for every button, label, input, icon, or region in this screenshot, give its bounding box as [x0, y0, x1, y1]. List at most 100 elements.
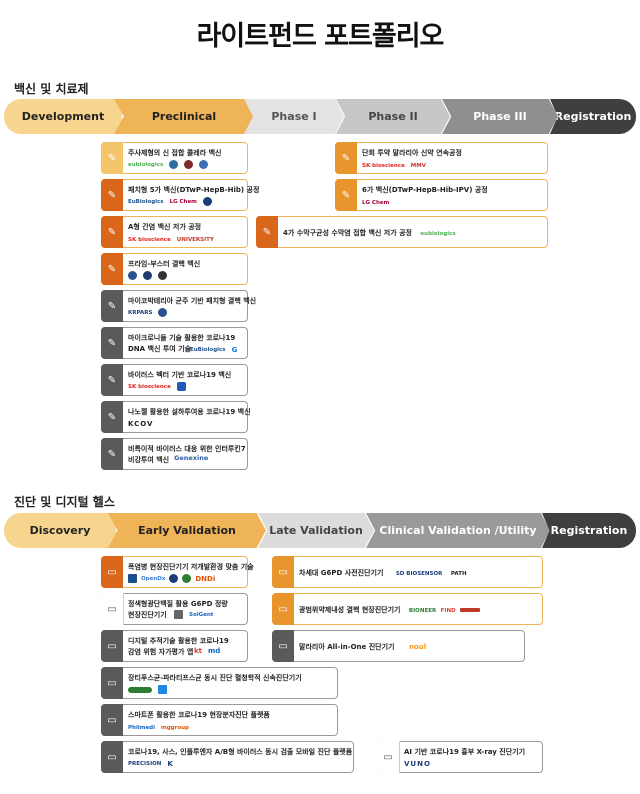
emblem-icon: [182, 574, 192, 583]
stage-phase3: Phase III: [442, 99, 558, 134]
card-cholera-vaccine[interactable]: ✎ 주사제형의 신 접합 콜레라 백신 eubiologics: [101, 142, 248, 174]
logo-eubiologics: EuBiologics: [128, 198, 164, 205]
card-title: 광범위약제내성 결핵 현장진단기기 BIONEER FIND: [299, 605, 538, 617]
partner-logos: SK bioscience UNIVERSITY: [128, 237, 214, 243]
card-interleukin7[interactable]: ✎ 비특이적 바이러스 대응 위한 인터루킨7 비강투여 백신 Genexine: [101, 438, 248, 470]
card-meningococcal-vaccine[interactable]: ✎ 4가 수막구균성 수막염 접합 백신 저가 공정 eubiologics: [256, 216, 548, 248]
card-smartphone-molecular[interactable]: ▭ 스마트폰 활용한 코로나19 현장분자진단 플랫폼 Philmedi mgg…: [101, 704, 338, 736]
stage-development: Development: [4, 99, 122, 134]
logo-eubiologics: EuBiologics: [190, 347, 226, 353]
stage-preclinical: Preclinical: [114, 99, 254, 134]
logo-dndi: DNDi: [195, 574, 216, 583]
partner-logos: LG Chem: [362, 200, 389, 206]
logo-opendx: OpenDx: [141, 575, 166, 582]
card-typhoid-diagnostic[interactable]: ▭ 장티푸스균-파라티프스균 동시 진단 혈청학적 신속진단기기: [101, 667, 338, 699]
card-mycobacteria-patch[interactable]: ✎ 마이코박테리아 균주 기반 패치형 결핵 백신 KRPARS: [101, 290, 256, 322]
emblem-icon: [158, 685, 167, 694]
emblem-icon: [199, 160, 209, 169]
card-nanogel[interactable]: ✎ 나노젤 활용한 설하투여용 코로나19 백신 KCOV: [101, 401, 251, 433]
logo-krpars: KRPARS: [128, 309, 153, 316]
card-title: 패치형 5가 백신(DTwP-HepB-Hib) 공정: [128, 186, 260, 194]
pen-icon: ✎: [101, 216, 123, 248]
partner-logos: [128, 271, 167, 280]
emblem-icon: [169, 160, 179, 169]
logo-philmedi: Philmedi: [128, 725, 156, 731]
logo-lgchem: LG Chem: [362, 200, 390, 206]
emblem-icon: [184, 160, 194, 169]
card-hepatitis-a-vaccine[interactable]: ✎ A형 간염 백신 저가 공정 SK bioscience UNIVERSIT…: [101, 216, 248, 248]
device-icon: ▭: [101, 593, 124, 625]
partner-logos: PRECISION K: [128, 760, 173, 768]
card-title: 디지털 추적기술 활용한 코로나19 감염 위험 자가평가 앱: [128, 637, 229, 656]
stage-late-validation: Late Validation: [258, 513, 374, 548]
card-tb-prime-boost[interactable]: ✎ 프라임-부스터 결핵 백신: [101, 253, 248, 285]
card-multiplex-mobile[interactable]: ▭ 코로나19, 사스, 인플루엔자 A/B형 바이러스 동시 검출 모바일 진…: [101, 741, 354, 773]
pen-icon: ✎: [101, 401, 123, 433]
card-title: 프라임-부스터 결핵 백신: [128, 260, 201, 268]
pen-icon: ✎: [335, 179, 357, 211]
card-tb-field-diagnostic[interactable]: ▭ 폭염병 현장진단기기 저개발환경 맞춤 기술 OpenDx DNDi: [101, 556, 254, 588]
partner-logos: KCOV: [128, 420, 153, 428]
partner-logos: SK bioscience MMV: [362, 163, 426, 169]
logo-sk-bioscience: SK bioscience: [128, 383, 171, 390]
pen-icon: ✎: [101, 327, 123, 359]
emblem-icon: [143, 271, 152, 280]
card-hexavalent-vaccine[interactable]: ✎ 6가 백신(DTwP-HepB-Hib-IPV) 공정 LG Chem: [335, 179, 548, 211]
section-heading-diagnostics: 진단 및 디지털 헬스: [14, 495, 115, 509]
logo-g: G: [231, 346, 238, 354]
pen-icon: ✎: [101, 364, 123, 396]
page-title: 라이트펀드 포트폴리오: [196, 21, 445, 52]
emblem-icon: [460, 608, 481, 612]
card-microneedle-dna[interactable]: ✎ 마이크로니들 기술 활용한 코로나19 DNA 백신 투여 기술 EuBiol…: [101, 327, 248, 359]
device-icon: ▭: [101, 630, 123, 662]
emblem-icon: [158, 271, 167, 280]
partner-logos: Genexine: [174, 454, 208, 462]
card-title: 장티푸스균-파라티프스균 동시 진단 혈청학적 신속진단기기: [128, 674, 302, 682]
pen-icon: ✎: [101, 290, 123, 322]
partner-logos: [128, 685, 167, 694]
emblem-icon: [158, 308, 168, 317]
pen-icon: ✎: [101, 438, 123, 470]
card-xdr-tb[interactable]: ▭ 광범위약제내성 결핵 현장진단기기 BIONEER FIND: [272, 593, 543, 625]
emblem-icon: [128, 271, 137, 280]
card-title: 코로나19, 사스, 인플루엔자 A/B형 바이러스 동시 검출 모바일 진단 …: [128, 748, 353, 756]
logo-find: FIND: [440, 608, 456, 614]
device-icon: ▭: [101, 556, 123, 588]
stage-registration-dx: Registration: [542, 513, 636, 548]
emblem-icon: [174, 610, 183, 619]
card-covid-tracking-app[interactable]: ▭ 디지털 추적기술 활용한 코로나19 감염 위험 자가평가 앱 kt md: [101, 630, 248, 662]
partner-logos: EuBiologics G: [190, 346, 237, 354]
card-g6pd-next[interactable]: ▭ 차세대 G6PD 사전진단기기 SD BIOSENSOR PATH: [272, 556, 543, 588]
emblem-icon: [128, 686, 152, 693]
logo-vuno: VUNO: [404, 760, 431, 768]
logo-lgchem: LG Chem: [169, 198, 197, 205]
card-malaria-drug[interactable]: ✎ 단회 투약 말라리아 신약 연속공정 SK bioscience MMV: [335, 142, 548, 174]
partner-logos: VUNO: [404, 760, 431, 768]
pen-icon: ✎: [101, 179, 123, 211]
stage-phase1: Phase I: [244, 99, 344, 134]
partner-logos: KRPARS: [128, 308, 168, 317]
card-g6pd-quant[interactable]: ▭ 정색형광단백질 활용 G6PD 정량 현장진단기기 SolGent: [101, 593, 248, 625]
partner-logos: SK bioscience: [128, 382, 186, 391]
card-viral-vector[interactable]: ✎ 바이러스 벡터 기반 코로나19 백신 SK bioscience: [101, 364, 248, 396]
logo-bioneer: BIONEER: [408, 608, 437, 614]
logo-university: UNIVERSITY: [176, 237, 214, 243]
partner-logos: OpenDx DNDi: [128, 574, 215, 583]
card-ai-xray[interactable]: ▭ AI 기반 코로나19 흉부 X-ray 진단기기 VUNO: [377, 741, 543, 773]
card-title: AI 기반 코로나19 흉부 X-ray 진단기기: [404, 748, 526, 756]
logo-kt: kt: [194, 647, 203, 655]
stage-discovery: Discovery: [4, 513, 116, 548]
partner-logos: SolGent: [174, 610, 213, 619]
device-icon: ▭: [377, 741, 400, 773]
card-title: 차세대 G6PD 사전진단기기 SD BIOSENSOR PATH: [299, 569, 467, 577]
emblem-icon: [202, 197, 212, 206]
pen-icon: ✎: [256, 216, 278, 248]
logo-noul: noul: [408, 643, 427, 651]
card-pentavalent-vaccine[interactable]: ✎ 패치형 5가 백신(DTwP-HepB-Hib) 공정 EuBiologic…: [101, 179, 260, 211]
card-malaria-all-in-one[interactable]: ▭ 말라리아 All-in-One 진단기기 noul: [272, 630, 525, 662]
card-title: 폭염병 현장진단기기 저개발환경 맞춤 기술: [128, 563, 254, 571]
logo-sd-biosensor: SD BIOSENSOR: [395, 571, 443, 577]
pen-icon: ✎: [101, 142, 123, 174]
device-icon: ▭: [272, 630, 294, 662]
partner-logos: kt md: [194, 647, 220, 655]
